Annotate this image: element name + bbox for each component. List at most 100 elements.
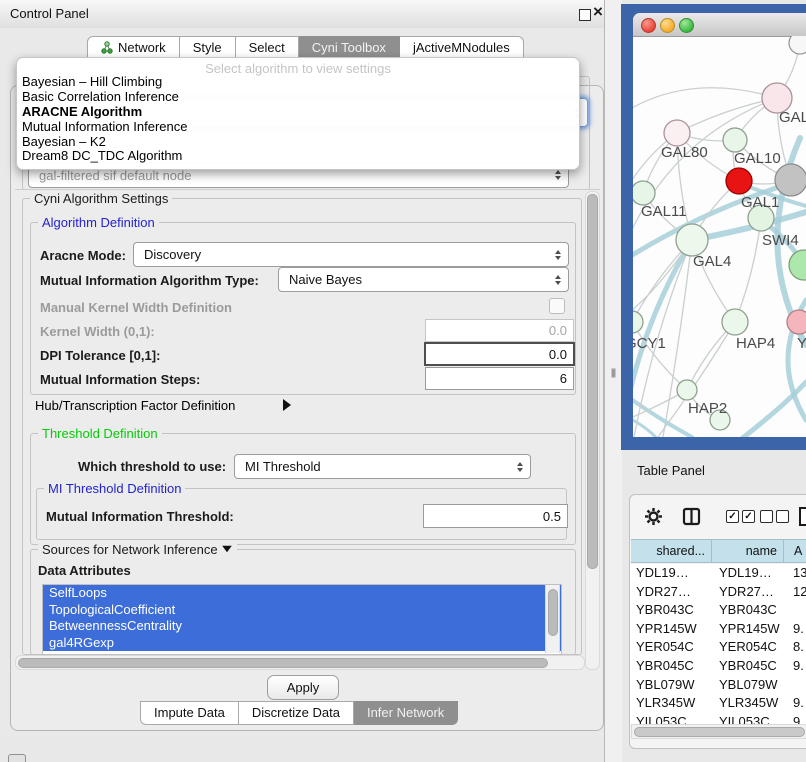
table-row[interactable]: YPR145WYPR145W9. <box>630 620 806 639</box>
table-row[interactable]: YDL19…YDL19…13 <box>630 564 806 583</box>
network-edge <box>735 218 761 322</box>
algorithm-option[interactable]: Bayesian – Hill Climbing <box>17 75 579 90</box>
panel-divider[interactable] <box>604 0 622 762</box>
close-icon[interactable]: × <box>593 2 603 22</box>
column-header-name[interactable]: name <box>712 539 784 563</box>
network-node[interactable] <box>775 164 806 196</box>
table-cell: YBL079W <box>636 677 695 692</box>
control-panel-titlebar: Control Panel × <box>0 0 604 29</box>
table-row[interactable]: YIL053CYIL053C9 <box>630 713 806 724</box>
network-node-gcy1[interactable] <box>633 311 643 333</box>
network-node-label: GAL11 <box>641 203 687 220</box>
hub-expander-label: Hub/Transcription Factor Definition <box>35 398 235 413</box>
algorithm-option[interactable]: ARACNE Algorithm <box>17 105 579 120</box>
network-edge <box>740 382 806 437</box>
table-row[interactable]: YDR27…YDR27…12 <box>630 583 806 602</box>
table-cell: YBR043C <box>719 602 777 617</box>
combo-arrows-icon <box>555 275 561 285</box>
table-row[interactable]: YBR043CYBR043C <box>630 601 806 620</box>
manual-kernel-label: Manual Kernel Width Definition <box>40 300 232 315</box>
settings-hscrollbar[interactable] <box>15 655 585 670</box>
data-attributes-items: SelfLoopsTopologicalCoefficientBetweenne… <box>43 585 561 651</box>
network-node-gal1[interactable] <box>726 168 752 194</box>
tab-discretize-data[interactable]: Discretize Data <box>239 701 354 725</box>
float-window-icon[interactable] <box>579 9 591 21</box>
columns-icon[interactable] <box>682 507 701 529</box>
mi-type-combo[interactable]: Naive Bayes <box>278 267 569 292</box>
settings-vscrollbar-thumb[interactable] <box>587 194 598 569</box>
tab-impute-data[interactable]: Impute Data <box>140 701 239 725</box>
network-node-gal80[interactable] <box>664 120 690 146</box>
table-row[interactable]: YBL079WYBL079W <box>630 676 806 695</box>
tab-infer-network[interactable]: Infer Network <box>354 701 458 725</box>
network-node-label: HAP4 <box>736 335 775 352</box>
which-threshold-combo[interactable]: MI Threshold <box>234 454 531 479</box>
network-node-label: GAL1 <box>741 194 779 211</box>
close-traffic-light[interactable] <box>641 18 656 33</box>
table-cell: 12 <box>793 584 806 599</box>
data-attribute-item[interactable]: SelfLoops <box>43 585 561 602</box>
collapse-arrow-icon[interactable] <box>222 546 232 552</box>
gear-icon[interactable] <box>644 507 663 529</box>
algorithm-option[interactable]: Basic Correlation Inference <box>17 90 579 105</box>
list-scrollbar-thumb[interactable] <box>548 589 558 636</box>
mi-type-value: Naive Bayes <box>279 272 362 287</box>
manual-kernel-checkbox[interactable] <box>549 298 565 314</box>
network-edge <box>677 98 777 133</box>
combo-arrows-icon <box>555 250 561 260</box>
list-scrollbar[interactable] <box>545 585 560 653</box>
table-row[interactable]: YBR045CYBR045C9. <box>630 657 806 676</box>
column-header-shared-name[interactable]: shared... <box>631 539 712 563</box>
which-threshold-value: MI Threshold <box>235 459 321 474</box>
mi-threshold-value: 0.5 <box>543 509 561 524</box>
which-threshold-label: Which threshold to use: <box>78 459 226 474</box>
network-canvas[interactable]: GALGAL80GAL10GAL1SWI4GAL11GAL4GCY1HAP4YH… <box>633 36 806 437</box>
algorithm-option[interactable]: Mutual Information Inference <box>17 120 579 135</box>
aracne-mode-label: Aracne Mode: <box>40 248 126 263</box>
mi-threshold-title: MI Threshold Definition <box>44 481 185 496</box>
mi-steps-value: 6 <box>560 371 567 386</box>
minimized-panel-icon[interactable] <box>8 754 26 762</box>
expander-arrow-icon[interactable] <box>283 399 291 414</box>
network-node-gal11[interactable] <box>633 181 655 205</box>
new-table-icon[interactable] <box>798 506 806 530</box>
tab-label: jActiveMNodules <box>413 40 510 55</box>
network-node-y[interactable] <box>787 310 806 334</box>
table-row[interactable]: YLR345WYLR345W9. <box>630 694 806 713</box>
table-hscrollbar[interactable] <box>631 724 806 739</box>
column-header-partial[interactable]: A <box>784 539 806 563</box>
mi-steps-field[interactable]: 6 <box>425 367 574 390</box>
network-node-hap4[interactable] <box>722 309 748 335</box>
network-node[interactable] <box>789 36 806 54</box>
table-rows: YDL19…YDL19…13YDR27…YDR27…12YBR043CYBR04… <box>630 564 806 724</box>
algorithm-option[interactable]: Bayesian – K2 <box>17 135 579 150</box>
tab-label: Discretize Data <box>252 705 340 720</box>
settings-vscrollbar[interactable] <box>585 191 600 670</box>
data-attribute-item[interactable]: gal4RGexp <box>43 635 561 652</box>
mi-threshold-field[interactable]: 0.5 <box>423 504 568 528</box>
apply-button[interactable]: Apply <box>267 675 339 700</box>
aracne-mode-combo[interactable]: Discovery <box>133 242 569 267</box>
select-all-checkboxes-icon[interactable]: ✓✓ <box>726 510 758 525</box>
minimize-traffic-light[interactable] <box>660 18 675 33</box>
network-node-hap2[interactable] <box>677 380 697 400</box>
algorithm-option[interactable]: Dream8 DC_TDC Algorithm <box>17 149 579 164</box>
table-panel-title: Table Panel <box>637 463 705 478</box>
dpi-tolerance-field[interactable]: 0.0 <box>424 342 575 366</box>
deselect-all-checkboxes-icon[interactable] <box>760 510 792 525</box>
network-node-gal10[interactable] <box>723 128 747 152</box>
zoom-traffic-light[interactable] <box>679 18 694 33</box>
table-hscrollbar-thumb[interactable] <box>634 727 805 737</box>
network-node-gal4[interactable] <box>676 224 708 256</box>
table-cell: YDR27… <box>719 584 774 599</box>
network-node[interactable] <box>789 250 806 280</box>
data-attribute-item[interactable]: BetweennessCentrality <box>43 618 561 635</box>
network-window-titlebar[interactable] <box>633 13 806 37</box>
divider-grip-icon[interactable] <box>611 368 616 378</box>
settings-hscrollbar-thumb[interactable] <box>18 658 548 668</box>
kernel-width-field[interactable]: 0.0 <box>425 319 574 342</box>
data-attribute-item[interactable]: TopologicalCoefficient <box>43 602 561 619</box>
algorithm-popup: Select algorithm to view settings Bayesi… <box>16 57 580 170</box>
table-cell: 13 <box>793 565 806 580</box>
table-row[interactable]: YER054CYER054C8. <box>630 638 806 657</box>
